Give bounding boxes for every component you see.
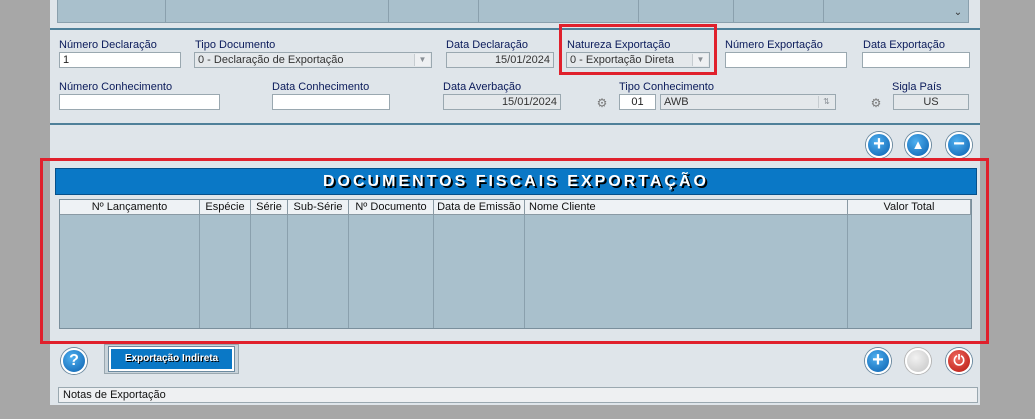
data-exportacao-field[interactable]	[862, 52, 970, 68]
plus-circle-icon[interactable]: +	[865, 348, 891, 374]
save-disabled-icon	[905, 348, 931, 374]
label-data-declaracao: Data Declaração	[446, 39, 528, 51]
label-numero-conhecimento: Número Conhecimento	[59, 81, 173, 93]
spinner-icon[interactable]: ⇅	[818, 96, 834, 108]
scroll-down-icon[interactable]: ⌄	[951, 6, 965, 20]
numero-declaracao-field[interactable]: 1	[59, 52, 181, 68]
col-header[interactable]: Valor Total	[848, 200, 971, 215]
data-averbacao-field[interactable]: 15/01/2024	[443, 94, 561, 110]
documentos-table[interactable]: Nº Lançamento Espécie Série Sub-Série Nº…	[59, 199, 972, 329]
label-natureza-exportacao: Natureza Exportação	[567, 39, 671, 51]
col-header[interactable]: Espécie	[200, 200, 251, 215]
col-header[interactable]: Sub-Série	[288, 200, 349, 215]
exportacao-indireta-button[interactable]: Exportação Indireta	[108, 346, 235, 372]
label-data-conhecimento: Data Conhecimento	[272, 81, 370, 93]
col-header[interactable]: Nº Lançamento	[60, 200, 200, 215]
tipo-conhecimento-desc: AWB ⇅	[660, 94, 836, 110]
minus-circle-icon[interactable]: −	[946, 132, 972, 158]
numero-exportacao-field[interactable]	[725, 52, 847, 68]
upper-grid	[57, 0, 969, 23]
data-conhecimento-field[interactable]	[272, 94, 390, 110]
chevron-down-icon[interactable]: ▼	[414, 54, 430, 66]
label-tipo-conhecimento: Tipo Conhecimento	[619, 81, 714, 93]
divider-top	[50, 28, 980, 30]
question-circle-icon[interactable]: ?	[61, 348, 87, 374]
tipo-documento-select[interactable]: 0 - Declaração de Exportação ▼	[194, 52, 432, 68]
section-title: DOCUMENTOS FISCAIS EXPORTAÇÃO	[55, 168, 977, 195]
status-bar: Notas de Exportação	[58, 387, 978, 403]
label-numero-declaracao: Número Declaração	[59, 39, 157, 51]
col-header[interactable]: Série	[251, 200, 288, 215]
label-sigla-pais: Sigla País	[892, 81, 942, 93]
power-icon[interactable]: ⏻	[946, 348, 972, 374]
chevron-down-icon[interactable]: ▼	[692, 54, 708, 66]
lookup-icon[interactable]: ⚙	[868, 96, 884, 110]
numero-conhecimento-field[interactable]	[59, 94, 220, 110]
col-header[interactable]: Nº Documento	[349, 200, 434, 215]
data-declaracao-field[interactable]: 15/01/2024	[446, 52, 554, 68]
col-header[interactable]: Data de Emissão	[434, 200, 525, 215]
label-data-averbacao: Data Averbação	[443, 81, 522, 93]
lookup-icon[interactable]: ⚙	[594, 96, 610, 110]
natureza-exportacao-select[interactable]: 0 - Exportação Direta ▼	[566, 52, 710, 68]
label-numero-exportacao: Número Exportação	[725, 39, 823, 51]
sigla-pais-field[interactable]: US	[893, 94, 969, 110]
arrow-up-circle-icon[interactable]: ▲	[905, 132, 931, 158]
natureza-exportacao-value: 0 - Exportação Direta	[570, 54, 674, 66]
tipo-conhecimento-value: AWB	[664, 96, 689, 108]
tipo-documento-value: 0 - Declaração de Exportação	[198, 54, 344, 66]
col-header[interactable]: Nome Cliente	[525, 200, 848, 215]
tipo-conhecimento-code[interactable]: 01	[619, 94, 656, 110]
label-tipo-documento: Tipo Documento	[195, 39, 276, 51]
label-data-exportacao: Data Exportação	[863, 39, 945, 51]
divider-middle	[50, 123, 980, 125]
plus-circle-icon[interactable]: +	[866, 132, 892, 158]
